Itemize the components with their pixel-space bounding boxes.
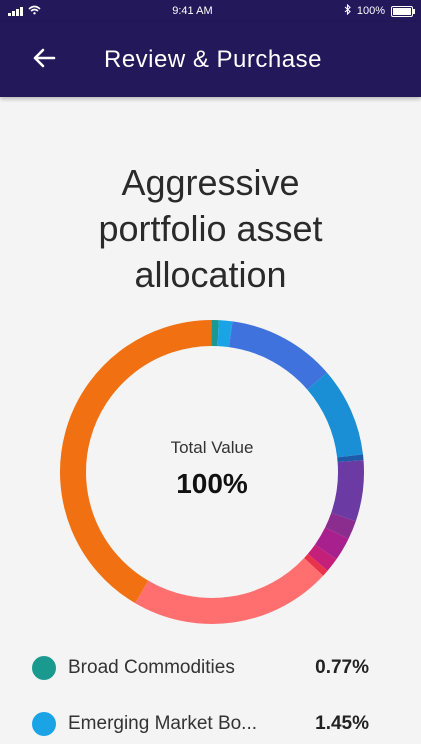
battery-icon [391,6,413,17]
status-right: 100% [344,4,413,18]
header-title: Review & Purchase [104,46,322,74]
legend-item-value: 0.77% [315,657,369,679]
status-time: 9:41 AM [172,5,212,17]
total-value-label: Total Value [171,438,254,458]
status-bar: 9:41 AM 100% [0,0,421,22]
battery-percent: 100% [357,5,385,17]
legend-item[interactable]: Emerging Market Bo... 1.45% [0,704,421,744]
page-title: Aggressive portfolio asset allocation [0,160,421,298]
legend-item-name: Broad Commodities [68,657,235,679]
allocation-donut-chart: Total Value 100% [58,318,366,626]
back-arrow-icon [32,48,56,73]
page-title-line: portfolio asset [0,206,421,252]
status-left [8,5,41,18]
legend-item-name: Emerging Market Bo... [68,713,257,735]
bluetooth-icon [344,4,351,18]
legend-color-dot [32,656,56,680]
legend-item-value: 1.45% [315,713,369,735]
back-button[interactable] [30,46,58,74]
header-bar: Review & Purchase [0,22,421,97]
page-title-line: Aggressive [0,160,421,206]
legend-item[interactable]: Broad Commodities 0.77% [0,648,421,688]
legend-color-dot [32,712,56,736]
total-value-amount: 100% [176,468,248,500]
signal-icon [8,6,23,16]
wifi-icon [28,5,41,18]
donut-center: Total Value 100% [58,318,366,626]
page-title-line: allocation [0,252,421,298]
